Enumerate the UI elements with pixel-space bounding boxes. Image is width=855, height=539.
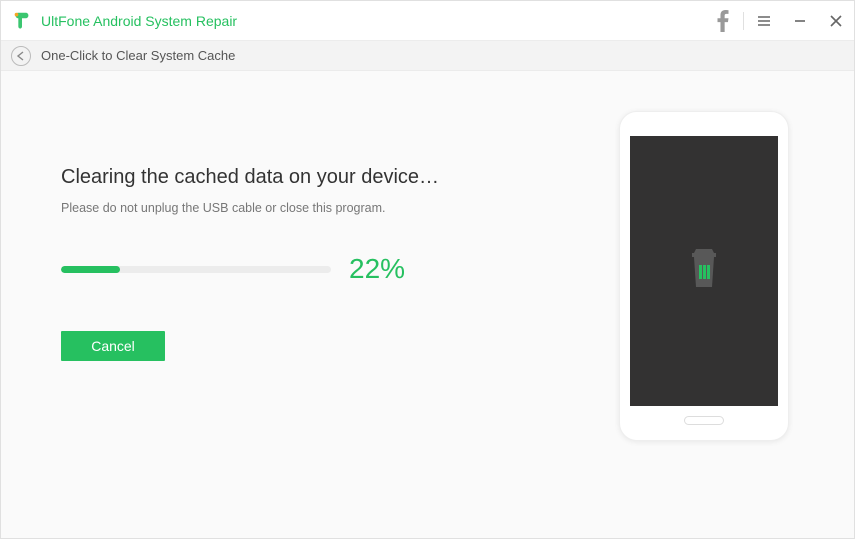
app-title: UltFone Android System Repair	[41, 13, 705, 29]
app-logo-icon	[11, 10, 33, 32]
breadcrumb-label: One-Click to Clear System Cache	[41, 48, 235, 63]
phone-frame	[619, 111, 789, 441]
progress-heading: Clearing the cached data on your device…	[61, 166, 514, 189]
progress-subtext: Please do not unplug the USB cable or cl…	[61, 201, 514, 215]
phone-mockup-panel	[554, 71, 854, 538]
separator	[743, 12, 744, 30]
minimize-icon[interactable]	[782, 1, 818, 41]
breadcrumb: One-Click to Clear System Cache	[1, 41, 854, 71]
progress-bar	[61, 266, 331, 273]
phone-home-button	[684, 416, 724, 425]
phone-screen	[630, 136, 778, 406]
cancel-button[interactable]: Cancel	[61, 331, 165, 361]
menu-icon[interactable]	[746, 1, 782, 41]
progress-percent: 22%	[349, 253, 405, 285]
titlebar: UltFone Android System Repair	[1, 1, 854, 41]
window-controls	[705, 1, 854, 40]
progress-panel: Clearing the cached data on your device……	[1, 71, 554, 538]
trash-icon	[682, 245, 726, 298]
close-icon[interactable]	[818, 1, 854, 41]
facebook-icon[interactable]	[705, 1, 741, 41]
content-area: Clearing the cached data on your device……	[1, 71, 854, 538]
progress-fill	[61, 266, 120, 273]
back-button[interactable]	[11, 46, 31, 66]
progress-row: 22%	[61, 253, 514, 285]
